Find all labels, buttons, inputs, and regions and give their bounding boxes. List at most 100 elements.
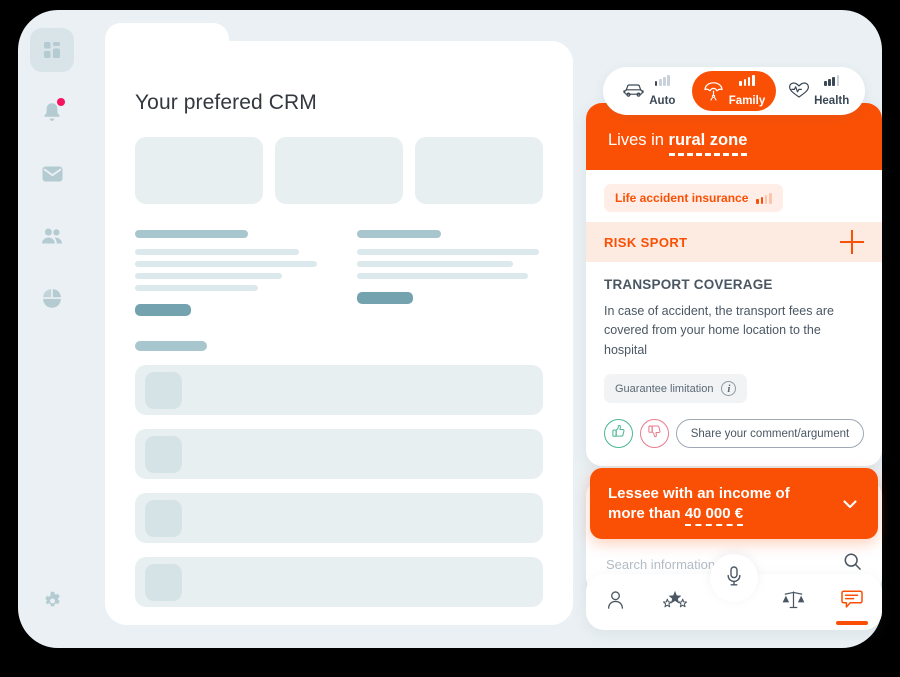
skeleton-line	[135, 249, 299, 255]
gear-icon	[43, 591, 62, 610]
nav-item-chat[interactable]	[823, 574, 882, 630]
plus-icon[interactable]	[840, 230, 864, 254]
feedback-row: Share your comment/argument	[604, 419, 864, 449]
category-tabs: Auto Family Health	[603, 67, 865, 115]
tab-health[interactable]: Health	[776, 71, 861, 111]
coverage-card: Lives in rural zone Life accident insura…	[586, 103, 882, 467]
avatar	[145, 499, 182, 537]
thumbs-down-icon	[647, 424, 662, 444]
signal-bars	[739, 75, 755, 86]
banner-prefix: Lives in	[608, 131, 669, 149]
skeleton-line	[357, 261, 514, 267]
coverage-body: TRANSPORT COVERAGE In case of accident, …	[586, 262, 882, 466]
skeleton-heading	[357, 230, 441, 238]
profile-banner-text: Lives in rural zone	[608, 131, 860, 156]
lessee-amount: 40 000 €	[684, 504, 744, 526]
chevron-down-icon[interactable]	[840, 494, 860, 514]
tab-family[interactable]: Family	[691, 71, 777, 111]
insurance-chip-label: Life accident insurance	[615, 191, 749, 205]
lessee-income-banner[interactable]: Lessee with an income of more than 40 00…	[590, 468, 878, 540]
guarantee-chip-label: Guarantee limitation	[615, 382, 714, 395]
assistant-panel: Auto Family Health Lives in rural zone L…	[586, 41, 882, 648]
share-comment-button[interactable]: Share your comment/argument	[676, 419, 864, 449]
summary-tile[interactable]	[415, 137, 543, 204]
coverage-title: TRANSPORT COVERAGE	[604, 277, 773, 292]
table-row[interactable]	[135, 557, 543, 607]
lessee-banner-text: Lessee with an income of more than 40 00…	[608, 484, 790, 526]
info-icon[interactable]: i	[721, 381, 737, 397]
summary-tile[interactable]	[275, 137, 403, 204]
microphone-icon	[724, 565, 744, 592]
stars-icon	[662, 589, 688, 616]
table-row[interactable]	[135, 365, 543, 415]
skeleton-line	[357, 273, 529, 279]
app-window: Your prefered CRM Auto Family Health Liv…	[18, 10, 882, 648]
tab-label-health: Health	[814, 95, 850, 107]
person-icon	[606, 590, 625, 615]
active-tab-indicator	[836, 621, 869, 625]
sidebar-item-contacts[interactable]	[30, 214, 74, 258]
summary-tile[interactable]	[135, 137, 263, 204]
skeleton-content	[135, 230, 543, 351]
skeleton-line	[357, 249, 540, 255]
risk-sport-section-header[interactable]: RISK SPORT	[586, 222, 882, 262]
sidebar	[18, 10, 86, 648]
sidebar-item-messages[interactable]	[30, 152, 74, 196]
skeleton-heading	[135, 230, 249, 238]
page-title: Your prefered CRM	[135, 91, 317, 114]
sidebar-item-notifications[interactable]	[30, 90, 74, 134]
risk-sport-label: RISK SPORT	[604, 234, 688, 250]
thumbs-up-icon	[611, 424, 626, 444]
skeleton-line	[135, 285, 258, 291]
avatar	[145, 371, 182, 409]
skeleton-line	[135, 273, 282, 279]
people-icon	[41, 228, 63, 244]
insurance-chip-row: Life accident insurance	[586, 170, 882, 222]
skeleton-chip	[135, 304, 191, 316]
search-icon[interactable]	[843, 552, 862, 576]
nav-item-compare[interactable]	[764, 574, 823, 630]
banner-highlight: rural zone	[668, 131, 748, 156]
chat-bubble-icon	[841, 589, 864, 615]
microphone-button[interactable]	[710, 554, 758, 602]
table-row[interactable]	[135, 429, 543, 479]
skeleton-chip	[135, 341, 207, 351]
scales-icon	[782, 589, 805, 615]
tab-label-family: Family	[728, 95, 766, 107]
signal-bars	[654, 75, 670, 86]
umbrella-family-icon	[703, 81, 724, 102]
avatar	[145, 435, 182, 473]
sidebar-item-settings[interactable]	[30, 578, 74, 622]
skeleton-column-left	[135, 230, 321, 351]
pie-chart-icon	[42, 288, 62, 308]
lessee-line2-prefix: more than	[608, 504, 685, 522]
avatar	[145, 563, 182, 601]
guarantee-limitation-chip[interactable]: Guarantee limitation i	[604, 374, 748, 404]
tab-auto[interactable]: Auto	[607, 71, 692, 111]
signal-bars	[824, 75, 840, 86]
heart-pulse-icon	[788, 81, 810, 102]
car-icon	[623, 81, 644, 102]
envelope-icon	[42, 166, 63, 182]
share-comment-label: Share your comment/argument	[690, 427, 850, 440]
summary-tiles	[135, 137, 543, 204]
insurance-type-chip[interactable]: Life accident insurance	[604, 184, 783, 212]
grid-icon	[42, 40, 62, 60]
sidebar-item-dashboard[interactable]	[30, 28, 74, 72]
table-row[interactable]	[135, 493, 543, 543]
coverage-description: In case of accident, the transport fees …	[604, 304, 834, 357]
crm-panel: Your prefered CRM	[105, 23, 573, 625]
skeleton-chip	[357, 292, 413, 304]
nav-item-favorites[interactable]	[645, 574, 704, 630]
record-list	[135, 365, 543, 607]
thumbs-up-button[interactable]	[604, 419, 633, 449]
thumbs-down-button[interactable]	[640, 419, 669, 449]
lessee-line1: Lessee with an income of	[608, 485, 790, 503]
nav-item-profile[interactable]	[586, 574, 645, 630]
skeleton-column-right	[357, 230, 543, 351]
signal-bars	[756, 192, 772, 204]
sidebar-item-analytics[interactable]	[30, 276, 74, 320]
tab-label-auto: Auto	[649, 95, 676, 107]
notification-badge-dot	[57, 98, 65, 106]
skeleton-line	[135, 261, 318, 267]
